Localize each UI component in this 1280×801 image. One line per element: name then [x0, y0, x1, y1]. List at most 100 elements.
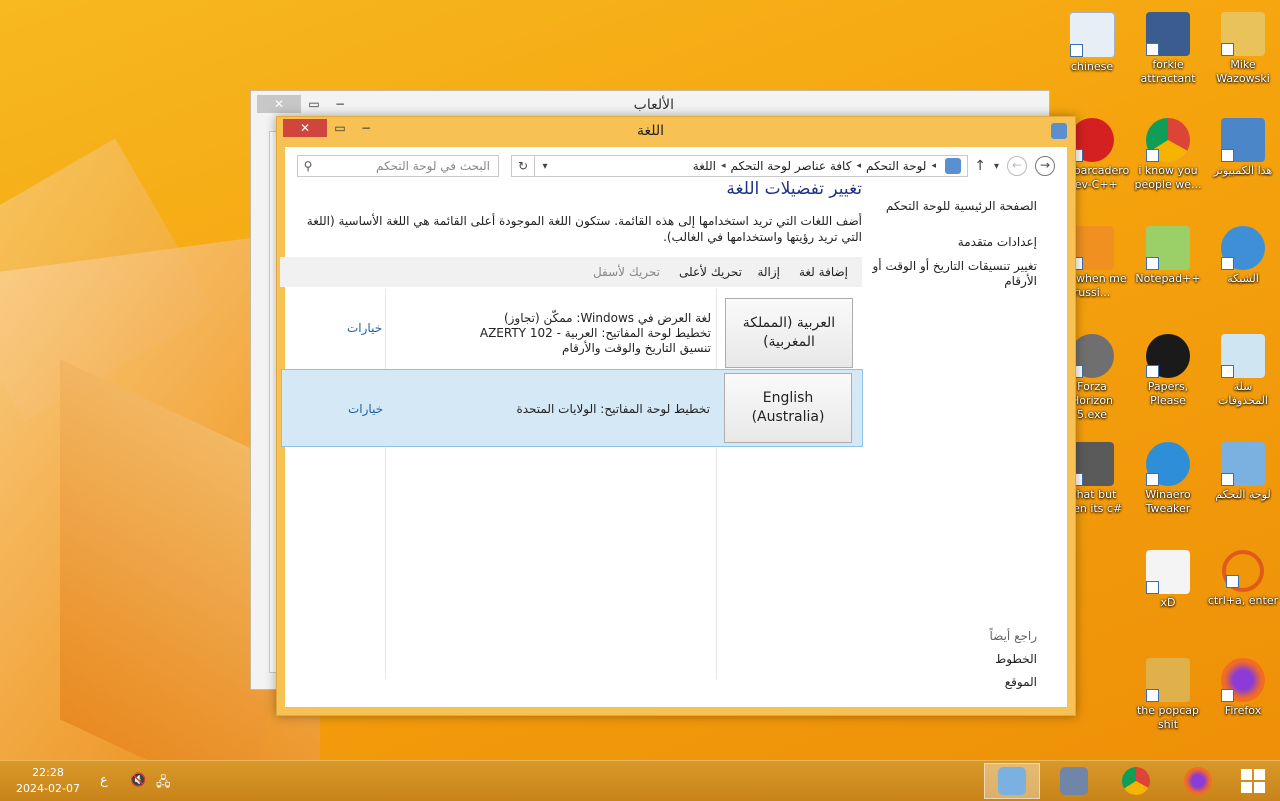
recycle-bin-icon [1221, 334, 1265, 378]
computer-icon [1221, 118, 1265, 162]
chevron-icon[interactable]: ◂ [721, 161, 726, 171]
hxd-icon [1146, 550, 1190, 594]
language-details: تخطيط لوحة المفاتيح: الولايات المتحدة [516, 402, 710, 417]
close-button[interactable]: ✕ [257, 95, 301, 113]
desktop-icon[interactable]: هذا الكمبيوتر [1207, 118, 1279, 178]
close-button[interactable]: ✕ [283, 119, 327, 137]
flash-icon [1070, 334, 1114, 378]
maximize-button[interactable]: ▭ [327, 119, 353, 137]
advanced-settings-link[interactable]: إعدادات متقدمة [958, 235, 1037, 250]
language-name-button[interactable]: العربية (المملكة المغربية) [725, 298, 853, 368]
desktop: chinese forkie attractant Mike Wazowski … [0, 0, 1280, 760]
desktop-icon[interactable]: Mike Wazowski [1207, 12, 1279, 86]
refresh-icon[interactable]: ↻ [512, 156, 535, 176]
back-icon[interactable]: → [1035, 156, 1055, 176]
maximize-button[interactable]: ▭ [301, 95, 327, 113]
language-detail: تخطيط لوحة المفاتيح: الولايات المتحدة [516, 402, 710, 416]
taskbar-chrome[interactable] [1108, 763, 1164, 799]
start-button[interactable] [1228, 763, 1278, 799]
fonts-link[interactable]: الخطوط [995, 652, 1037, 667]
document-shortcut-icon [1069, 12, 1115, 58]
language-detail: تنسيق التاريخ والوقت والأرقام [562, 341, 711, 355]
desktop-icon-label: xD [1160, 596, 1176, 609]
language-detail: تخطيط لوحة المفاتيح: العربية - 102 AZERT… [479, 326, 711, 340]
titlebar[interactable]: ✕ ▭ − الألعاب [251, 91, 1049, 117]
options-link[interactable]: خيارات [348, 402, 383, 416]
desktop-icon[interactable]: Winaero Tweaker [1132, 442, 1204, 516]
add-language-button[interactable]: إضافة لغة [799, 265, 848, 279]
up-icon[interactable]: ↑ [974, 158, 986, 174]
desktop-icon[interactable]: الشبكة [1207, 226, 1279, 286]
volume-muted-icon[interactable]: 🔇 [130, 773, 146, 788]
language-name-button[interactable]: English (Australia) [724, 373, 852, 443]
desktop-icon[interactable]: the popcap shit [1132, 658, 1204, 732]
titlebar[interactable]: ✕ ▭ − اللغة [277, 117, 1075, 143]
desktop-icon[interactable]: forkie attractant [1132, 12, 1204, 86]
taskbar-control-panel[interactable] [984, 763, 1040, 799]
language-details: لغة العرض في Windows: ممكّن (تجاوز) تخطي… [480, 311, 711, 356]
breadcrumb-item[interactable]: لوحة التحكم [866, 159, 927, 173]
address-bar[interactable]: ↻ ▾ ◂ لوحة التحكم ◂ كافة عناصر لوحة التح… [511, 155, 968, 177]
clock-time: 22:28 [32, 766, 64, 779]
move-up-button[interactable]: تحريك لأعلى [679, 265, 742, 279]
clock-date: 2024-02-07 [16, 782, 80, 795]
desktop-icon[interactable]: i know you people we... [1132, 118, 1204, 192]
desktop-icon[interactable]: xD [1132, 550, 1204, 610]
computer-settings-icon [1146, 12, 1190, 56]
desktop-icon-label: chinese [1070, 60, 1114, 73]
desktop-icon-label: Winaero Tweaker [1145, 488, 1191, 515]
desktop-icon[interactable]: ctrl+a, enter [1207, 550, 1279, 608]
clock[interactable]: 22:28 2024-02-07 [14, 765, 82, 797]
desktop-icon-label: Firefox [1224, 704, 1262, 717]
language-list: العربية (المملكة المغربية) لغة العرض في … [281, 289, 863, 679]
notepadpp-icon [1146, 226, 1190, 270]
language-detail: لغة العرض في Windows: ممكّن (تجاوز) [503, 311, 711, 325]
desktop-icon[interactable]: chinese [1056, 12, 1128, 74]
control-panel-home-link[interactable]: الصفحة الرئيسية للوحة التحكم [886, 199, 1037, 214]
breadcrumb-item[interactable]: كافة عناصر لوحة التحكم [731, 159, 852, 173]
navigation-bar: ⚲ البحث في لوحة التحكم ↻ ▾ ◂ لوحة التحكم… [285, 147, 1067, 187]
options-link[interactable]: خيارات [347, 321, 382, 335]
control-panel-icon [1051, 123, 1067, 139]
network-icon [1221, 226, 1265, 270]
window-title: اللغة [637, 123, 665, 139]
minimize-button[interactable]: − [353, 119, 379, 137]
desktop-icon[interactable]: سلة المحذوفات [1207, 334, 1279, 408]
firefox-icon [1221, 658, 1265, 702]
desktop-icon-label: the popcap shit [1136, 704, 1199, 731]
change-formats-link[interactable]: تغيير تنسيقات التاريخ أو الوقت أو الأرقا… [869, 259, 1038, 289]
minimize-button[interactable]: − [327, 95, 353, 113]
chevron-down-icon[interactable]: ▾ [535, 161, 555, 172]
desktop-icon[interactable]: Notepad++ [1132, 226, 1204, 286]
network-icon[interactable]: 🖧 [156, 773, 171, 795]
taskbar: 22:28 2024-02-07 ع 🔇 🖧 [0, 760, 1280, 801]
desktop-icon[interactable]: Papers, Please [1132, 334, 1204, 408]
window-title: الألعاب [633, 97, 674, 113]
language-window[interactable]: ✕ ▭ − اللغة ⚲ البحث في لوحة التحكم ↻ ▾ ◂ [276, 116, 1076, 716]
windows-logo-icon [1241, 769, 1265, 793]
breadcrumb-item[interactable]: اللغة [693, 159, 716, 173]
input-language-indicator[interactable]: ع [100, 773, 108, 788]
chevron-icon[interactable]: ◂ [856, 161, 861, 171]
desktop-icon[interactable]: Firefox [1207, 658, 1279, 718]
language-row[interactable]: English (Australia) تخطيط لوحة المفاتيح:… [281, 369, 863, 447]
chevron-icon[interactable]: ◂ [931, 161, 936, 171]
user-folder-icon [1221, 12, 1265, 56]
side-pane: الصفحة الرئيسية للوحة التحكم إعدادات متق… [871, 187, 1067, 707]
forward-icon[interactable]: ← [1007, 156, 1027, 176]
search-box[interactable]: ⚲ البحث في لوحة التحكم [297, 155, 499, 177]
taskbar-games[interactable] [1046, 763, 1102, 799]
desktop-icon[interactable]: لوحة التحكم [1207, 442, 1279, 502]
nav-buttons: → ← ▾ ↑ [974, 156, 1055, 176]
control-panel-icon [945, 158, 961, 174]
recent-pages-icon[interactable]: ▾ [994, 161, 999, 172]
control-panel-icon [998, 767, 1026, 795]
remove-button[interactable]: إزالة [757, 265, 780, 279]
language-toolbar: إضافة لغة إزالة تحريك لأعلى تحريك لأسفل [280, 257, 862, 287]
desktop-icon-label: لوحة التحكم [1215, 488, 1271, 501]
move-down-button[interactable]: تحريك لأسفل [593, 265, 660, 279]
location-link[interactable]: الموقع [1005, 675, 1037, 690]
language-row[interactable]: العربية (المملكة المغربية) لغة العرض في … [281, 291, 863, 369]
taskbar-firefox[interactable] [1170, 763, 1226, 799]
search-placeholder[interactable]: البحث في لوحة التحكم [318, 159, 498, 173]
